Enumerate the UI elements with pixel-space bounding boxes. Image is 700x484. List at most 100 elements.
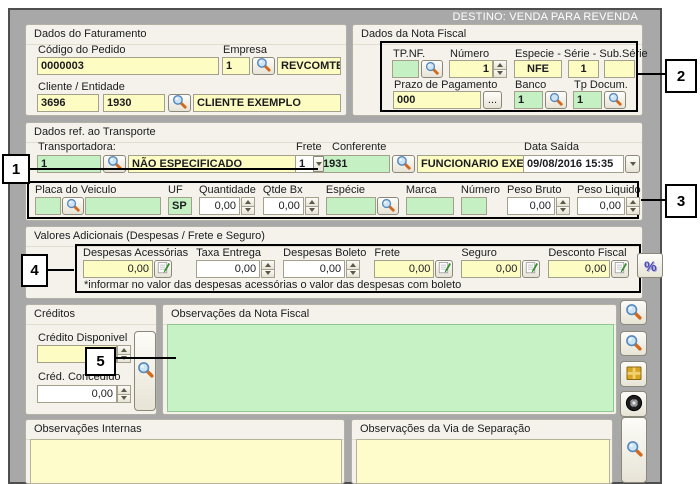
desconto-fiscal-input[interactable]: 0,00 [548,260,610,278]
uf-input[interactable]: SP [168,197,192,215]
qtde-bx-spinner[interactable] [305,197,319,215]
creditos-search-button[interactable] [134,331,156,411]
group-obs-internas-title: Observações Internas [26,420,344,440]
tpdocum-search-button[interactable] [604,91,626,109]
desconto-fiscal-column: Desconto Fiscal 0,00 [548,247,629,278]
search-icon [425,61,439,78]
serie-input[interactable]: 1 [568,60,599,78]
tpnf-input[interactable] [392,60,419,78]
peso-liquido-label: Peso Liquido [577,184,641,197]
data-saida-label: Data Saída [524,141,579,153]
despesas-boleto-spinner[interactable] [346,260,360,278]
prazo-pagamento-input[interactable]: 000 [393,91,481,109]
percent-button[interactable]: % [637,253,663,278]
marca-input[interactable] [406,197,454,215]
transportadora-search-button[interactable] [103,155,126,173]
spinner-down-icon[interactable] [493,70,507,79]
seguro-input[interactable]: 0,00 [461,260,521,278]
callout-box-5: 5 [85,347,116,376]
cliente-entidade-label: Cliente / Entidade [38,81,125,93]
banco-input[interactable]: 1 [514,91,543,109]
search-icon [625,334,642,354]
especie-column: Espécie [326,184,399,215]
placa-input[interactable] [85,197,161,215]
quantidade-spinner[interactable] [241,197,255,215]
group-obs-separacao-title: Observações da Via de Separação [352,420,612,440]
search-icon [381,198,395,215]
especie-search-button[interactable] [377,197,399,215]
qtde-bx-input[interactable]: 0,00 [263,197,304,215]
percent-icon: % [644,258,656,274]
despesas-boleto-input[interactable]: 0,00 [283,260,345,278]
callout-line-4 [47,269,74,271]
frete-edit-button[interactable] [435,260,453,278]
taxa-entrega-input[interactable]: 0,00 [196,260,260,278]
especie-input[interactable]: NFE [514,60,562,78]
peso-liquido-input[interactable]: 0,00 [577,197,625,215]
despesas-acessorias-input[interactable]: 0,00 [83,260,153,278]
marca-label: Marca [406,184,454,197]
bottom-search-button[interactable] [621,417,647,483]
data-saida-dropdown-button[interactable] [625,155,640,173]
tpnf-search-button[interactable] [421,60,443,78]
valores-frete-input[interactable]: 0,00 [374,260,434,278]
cliente-search-button[interactable] [168,94,191,112]
tpdocum-input[interactable]: 1 [573,91,602,109]
transportadora-code-input[interactable]: 1 [37,155,101,173]
empresa-code-input[interactable]: 1 [222,57,250,75]
taxa-entrega-label: Taxa Entrega [196,247,275,260]
codigo-pedido-input[interactable]: 0000003 [37,57,219,75]
placa-code-input[interactable] [35,197,61,215]
numero-spinner[interactable] [493,60,507,78]
side-wheel-button[interactable] [620,391,647,417]
callout-line-2 [637,73,665,75]
frete-label: Frete [296,141,322,153]
credito-disponivel-label: Crédito Disponivel [38,332,127,344]
cliente-code2-input[interactable]: 1930 [103,94,165,112]
taxa-entrega-spinner[interactable] [261,260,275,278]
subserie-input[interactable] [604,60,635,78]
obs-separacao-textarea[interactable] [356,439,610,484]
prazo-browse-button[interactable]: ... [483,91,502,109]
cred-concedido-spinner[interactable] [117,385,131,403]
peso-liquido-spinner[interactable] [626,197,640,215]
seguro-edit-button[interactable] [522,260,540,278]
conferente-search-button[interactable] [392,155,415,173]
cliente-code1-input[interactable]: 3696 [37,94,99,112]
transportadora-name-field: NÃO ESPECIFICADO [128,155,308,173]
quantidade-input[interactable]: 0,00 [199,197,240,215]
search-icon [396,155,411,173]
obs-internas-textarea[interactable] [30,439,342,484]
cred-concedido-input[interactable]: 0,00 [37,385,117,403]
codigo-pedido-label: Código do Pedido [38,44,125,56]
spinner-up-icon[interactable] [493,60,507,70]
data-saida-input[interactable]: 09/08/2016 15:35 [523,155,624,173]
side-search-button-2[interactable] [620,331,647,356]
transporte-especie-label: Espécie [326,184,399,197]
side-search-button-1[interactable] [620,300,647,325]
peso-liquido-column: Peso Liquido 0,00 [577,184,641,215]
desconto-fiscal-edit-button[interactable] [611,260,629,278]
uf-label: UF [168,184,192,197]
credito-disponivel-spinner[interactable] [117,345,131,363]
group-creditos-title: Créditos [26,305,156,325]
numero-input[interactable]: 1 [449,60,493,78]
especie-serie-label: Especie - Série - Sub.Série [515,48,648,60]
valores-frete-column: Frete 0,00 [374,247,453,278]
peso-bruto-input[interactable]: 0,00 [507,197,555,215]
side-package-button[interactable] [620,361,647,387]
qtde-bx-label: Qtde Bx [263,184,319,197]
empresa-search-button[interactable] [252,57,275,75]
banco-search-button[interactable] [545,91,567,109]
conferente-code-input[interactable]: 1931 [319,155,390,173]
transporte-especie-input[interactable] [326,197,376,215]
placa-search-button[interactable] [62,197,84,215]
obs-nota-fiscal-textarea[interactable] [167,324,614,412]
despesas-acessorias-edit-button[interactable] [154,260,172,278]
peso-bruto-spinner[interactable] [556,197,570,215]
dropdown-icon [316,162,322,166]
dropdown-icon [630,162,636,166]
transporte-numero-input[interactable] [461,197,487,215]
despesas-boleto-label: Despesas Boleto [283,247,366,260]
despesas-acessorias-label: Despesas Acessórias [83,247,188,260]
